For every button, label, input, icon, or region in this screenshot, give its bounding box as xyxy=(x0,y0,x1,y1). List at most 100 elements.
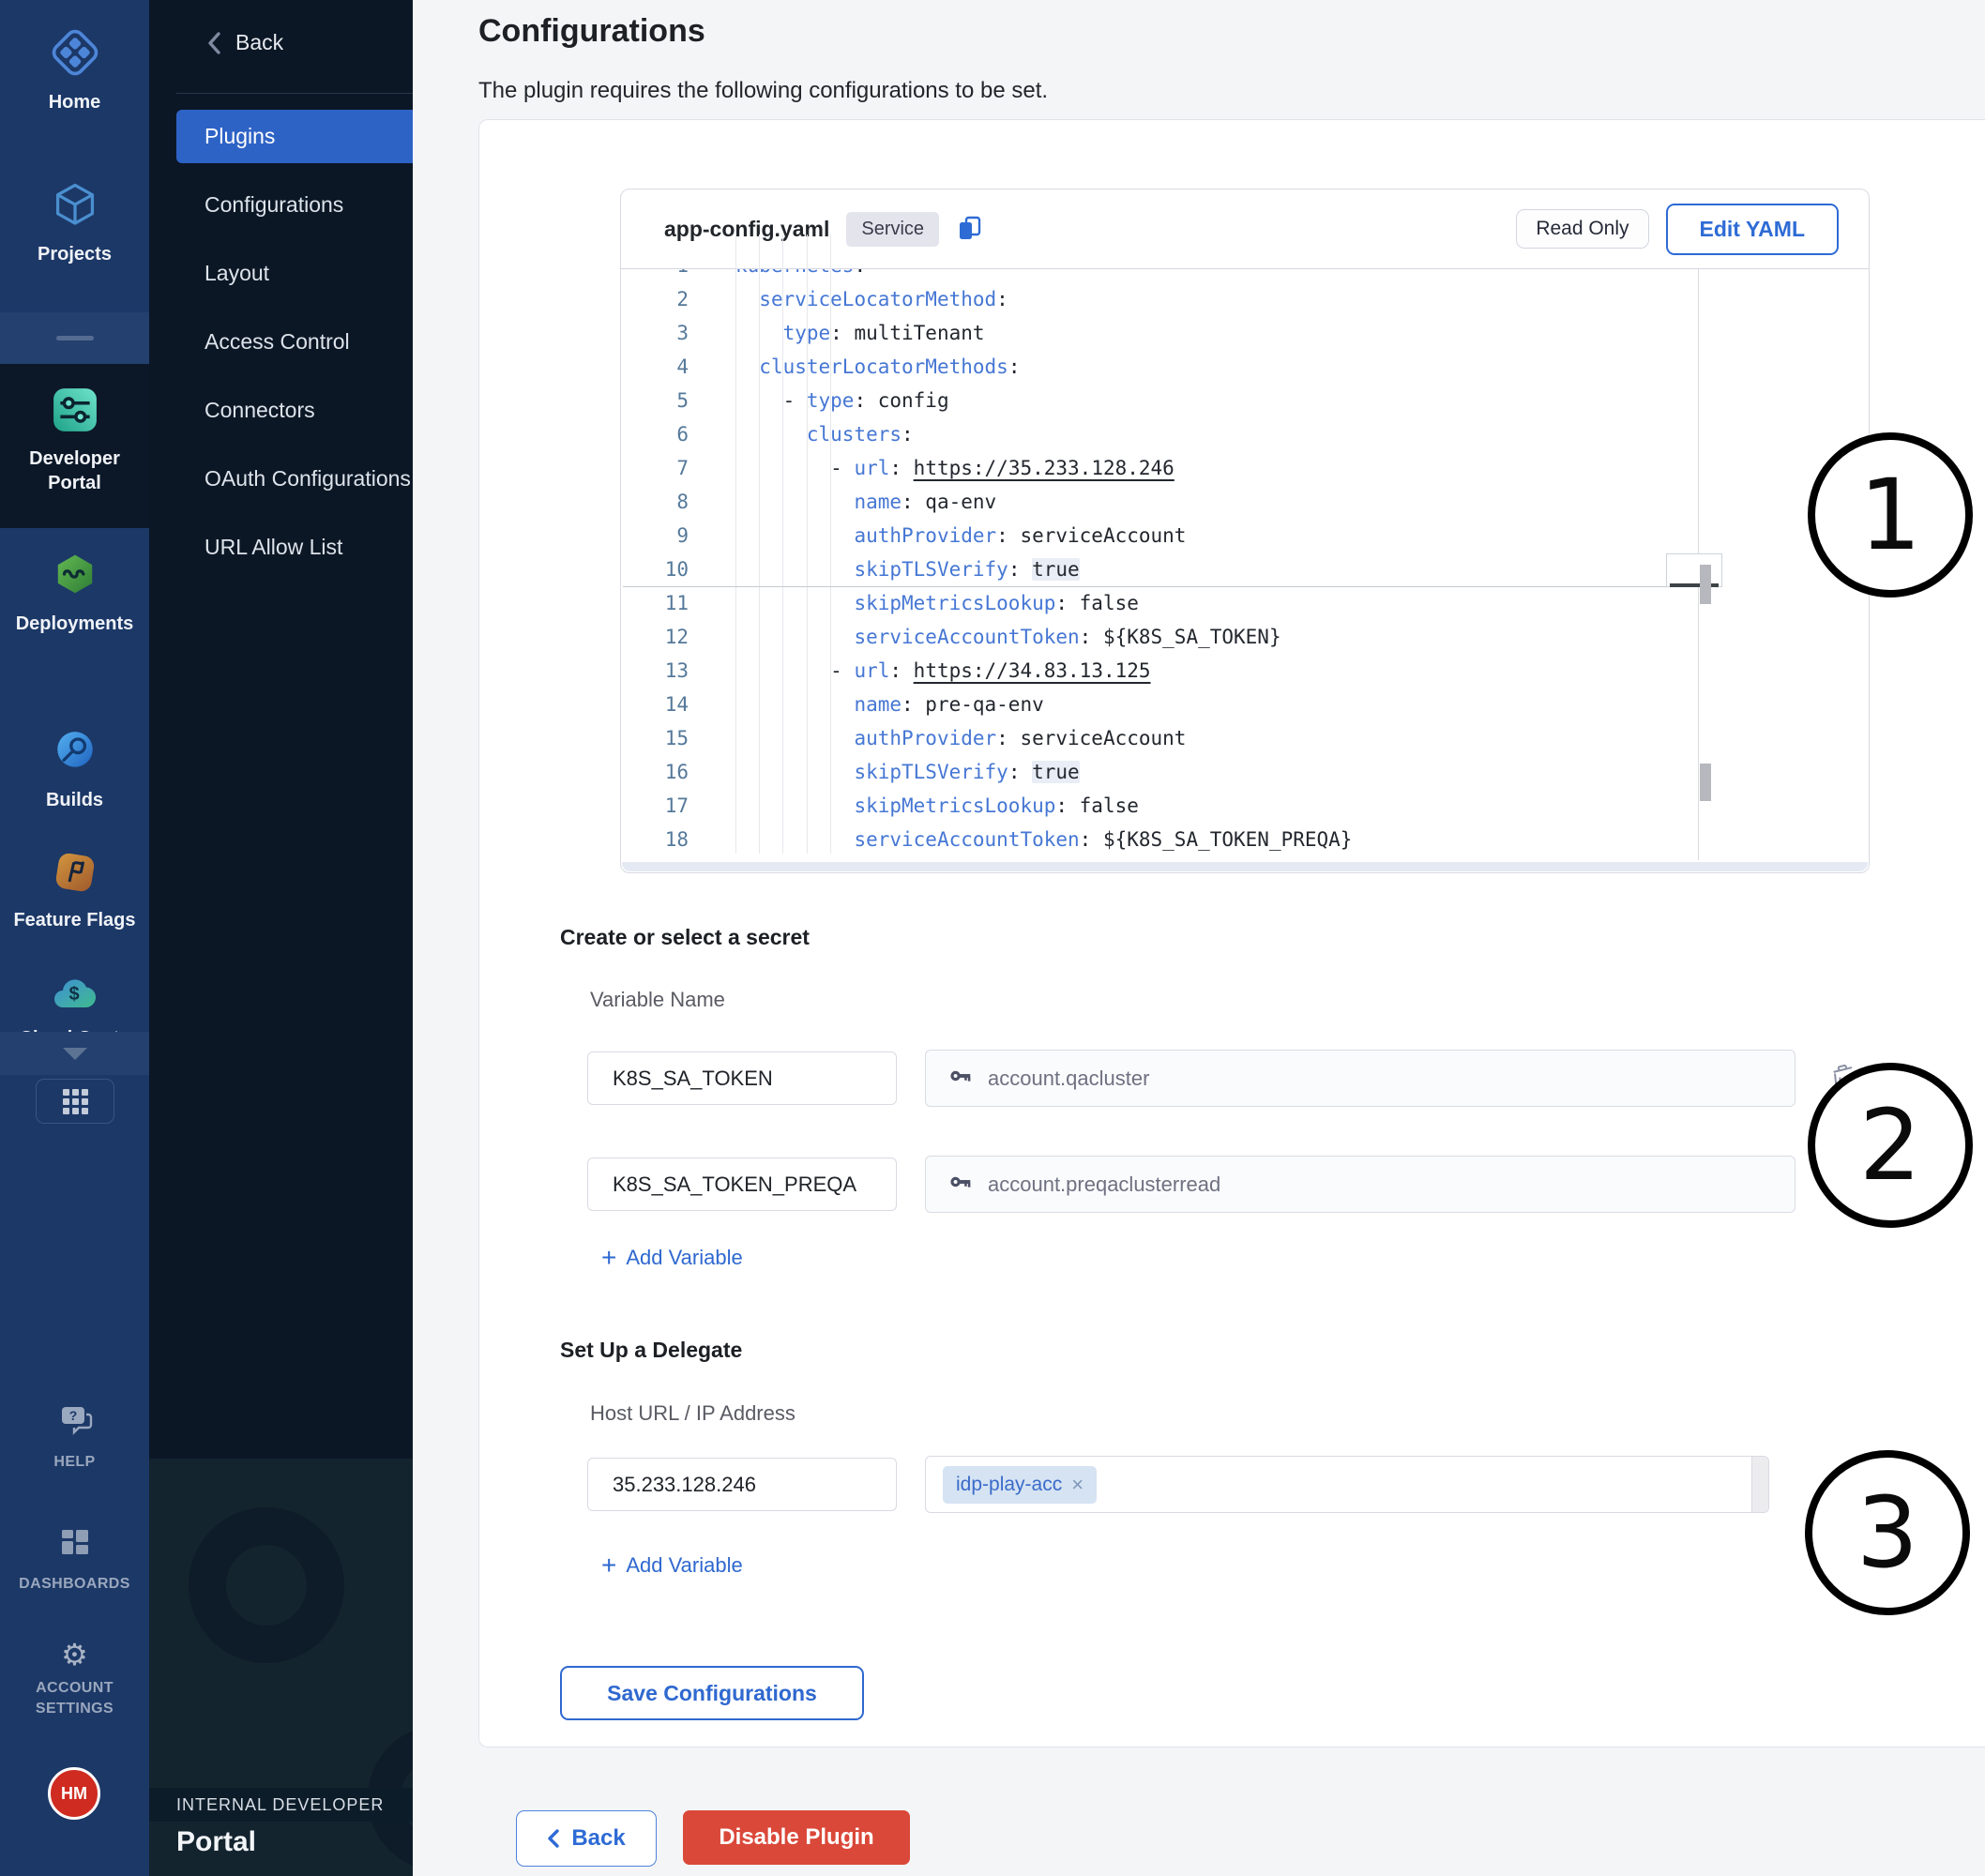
secret-section-heading: Create or select a secret xyxy=(560,925,810,950)
key-icon xyxy=(948,1064,973,1093)
code-line: 12 serviceAccountToken: ${K8S_SA_TOKEN} xyxy=(621,620,1869,654)
code-line: 2 serviceLocatorMethod: xyxy=(621,282,1869,316)
sidebar-section-divider xyxy=(0,312,149,364)
sidebar-item-feature-flags[interactable]: Feature Flags xyxy=(0,850,149,932)
yaml-viewer: app-config.yaml Service Read Only Edit Y… xyxy=(620,189,1870,873)
delegate-tags-field[interactable]: idp-play-acc × xyxy=(925,1456,1769,1513)
sidebar-item-label: Feature Flags xyxy=(13,908,135,932)
delegate-section-heading: Set Up a Delegate xyxy=(560,1338,742,1363)
annotation-circle-2: 2 xyxy=(1808,1063,1973,1228)
sidebar-item-home[interactable]: Home xyxy=(0,28,149,114)
disable-plugin-button[interactable]: Disable Plugin xyxy=(683,1810,910,1865)
menu-item-configurations[interactable]: Configurations xyxy=(149,178,413,232)
remove-tag-icon[interactable]: × xyxy=(1071,1476,1083,1493)
divider xyxy=(176,93,413,94)
host-url-input[interactable] xyxy=(587,1458,897,1511)
chevron-down-icon xyxy=(63,1048,87,1060)
harness-logo-icon xyxy=(51,28,99,82)
sidebar-item-label: Developer Portal xyxy=(19,446,131,495)
menu-item-connectors[interactable]: Connectors xyxy=(149,384,413,437)
sidebar-item-account-settings[interactable]: ⚙ ACCOUNT SETTINGS xyxy=(0,1640,149,1719)
sidebar-item-developer-portal[interactable]: Developer Portal xyxy=(0,386,149,495)
back-link[interactable]: Back xyxy=(205,30,283,55)
plugin-menu: Plugins Configurations Layout Access Con… xyxy=(149,110,413,589)
footer-back-button[interactable]: Back xyxy=(516,1810,657,1867)
page-title: Configurations xyxy=(478,13,705,50)
sidebar-item-label: Deployments xyxy=(16,612,134,636)
code-line: 8 name: qa-env xyxy=(621,485,1869,519)
brand-kicker: INTERNAL DEVELOPER xyxy=(176,1795,384,1815)
sidebar-item-label: Home xyxy=(49,90,101,114)
current-line-rule xyxy=(623,586,1698,587)
sidebar-item-help[interactable]: ? HELP xyxy=(0,1403,149,1475)
code-line: 1kubernetes: xyxy=(621,269,1869,282)
scrollbar-marker xyxy=(1670,583,1719,587)
secret-selector[interactable]: account.qacluster xyxy=(925,1050,1796,1107)
module-picker-button[interactable] xyxy=(36,1079,114,1124)
annotation-circle-3: 3 xyxy=(1805,1450,1970,1615)
menu-item-oauth-configurations[interactable]: OAuth Configurations xyxy=(149,452,413,506)
apps-grid-icon xyxy=(63,1089,88,1114)
sidebar-item-builds[interactable]: Builds xyxy=(0,728,149,812)
indent-guide xyxy=(782,234,783,854)
add-delegate-link[interactable]: + Add Variable xyxy=(601,1553,743,1578)
sidebar-item-label: Builds xyxy=(46,788,103,812)
variable-name-input[interactable] xyxy=(587,1157,897,1211)
save-configurations-button[interactable]: Save Configurations xyxy=(560,1666,864,1720)
menu-item-layout[interactable]: Layout xyxy=(149,247,413,300)
secret-value: account.qacluster xyxy=(988,1067,1149,1091)
add-variable-link[interactable]: + Add Variable xyxy=(601,1246,743,1270)
cloud-costs-icon: $ xyxy=(51,972,99,1018)
collapse-dash-icon xyxy=(56,336,94,340)
scrollbar-thumb[interactable] xyxy=(1700,764,1711,801)
sidebar-collapse-toggle[interactable] xyxy=(0,1032,149,1075)
horizontal-scrollbar[interactable] xyxy=(622,862,1868,871)
code-line: 16 skipTLSVerify: true xyxy=(621,755,1869,789)
indent-guide xyxy=(735,234,736,854)
copy-icon[interactable] xyxy=(956,215,984,243)
menu-item-url-allow-list[interactable]: URL Allow List xyxy=(149,521,413,574)
configurations-card: app-config.yaml Service Read Only Edit Y… xyxy=(478,119,1985,1747)
secret-selector[interactable]: account.preqaclusterread xyxy=(925,1156,1796,1213)
sidebar-item-projects[interactable]: Projects xyxy=(0,180,149,266)
svg-text:?: ? xyxy=(68,1408,77,1423)
chevron-left-icon xyxy=(547,1829,560,1848)
sidebar-item-label: HELP xyxy=(53,1450,95,1475)
user-avatar[interactable]: HM xyxy=(48,1767,100,1820)
brand-title: Portal xyxy=(176,1826,256,1858)
edit-yaml-button[interactable]: Edit YAML xyxy=(1666,204,1839,255)
host-url-label: Host URL / IP Address xyxy=(590,1401,796,1426)
gear-icon: ⚙ xyxy=(61,1640,88,1670)
code-line: 15 authProvider: serviceAccount xyxy=(621,721,1869,755)
variable-name-input[interactable] xyxy=(587,1051,897,1105)
code-line: 18 serviceAccountToken: ${K8S_SA_TOKEN_P… xyxy=(621,823,1869,856)
code-line: 13 - url: https://34.83.13.125 xyxy=(621,654,1869,688)
chevron-left-icon xyxy=(205,31,222,55)
scrollbar-thumb[interactable] xyxy=(1700,565,1711,604)
plus-icon: + xyxy=(601,1248,616,1268)
builds-icon xyxy=(52,728,98,779)
code-line: 7 - url: https://35.233.128.246 xyxy=(621,451,1869,485)
help-chat-icon: ? xyxy=(56,1403,94,1442)
page-subtitle: The plugin requires the following config… xyxy=(478,78,1048,104)
svg-text:$: $ xyxy=(68,984,79,1005)
menu-item-access-control[interactable]: Access Control xyxy=(149,315,413,369)
brand-strip: INTERNAL DEVELOPER xyxy=(149,1788,413,1822)
sidebar-item-dashboards[interactable]: DASHBOARDS xyxy=(0,1527,149,1596)
menu-item-plugins[interactable]: Plugins xyxy=(176,110,413,163)
secondary-sidebar: Back Plugins Configurations Layout Acces… xyxy=(149,0,413,1876)
feature-flags-icon xyxy=(53,850,98,900)
code-line: 14 name: pre-qa-env xyxy=(621,688,1869,721)
read-only-badge: Read Only xyxy=(1516,209,1648,249)
projects-cube-icon xyxy=(51,180,99,234)
yaml-header: app-config.yaml Service Read Only Edit Y… xyxy=(621,189,1869,269)
code-line: 3 type: multiTenant xyxy=(621,316,1869,350)
code-line: 5 - type: config xyxy=(621,384,1869,417)
code-line: 11 skipMetricsLookup: false xyxy=(621,586,1869,620)
sidebar-item-deployments[interactable]: Deployments xyxy=(0,552,149,636)
primary-sidebar: Home Projects Developer Portal Deploymen… xyxy=(0,0,149,1876)
tag-field-scrollbar xyxy=(1751,1457,1768,1512)
indent-guide xyxy=(807,234,808,854)
code-line: 6 clusters: xyxy=(621,417,1869,451)
code-line: 17 skipMetricsLookup: false xyxy=(621,789,1869,823)
